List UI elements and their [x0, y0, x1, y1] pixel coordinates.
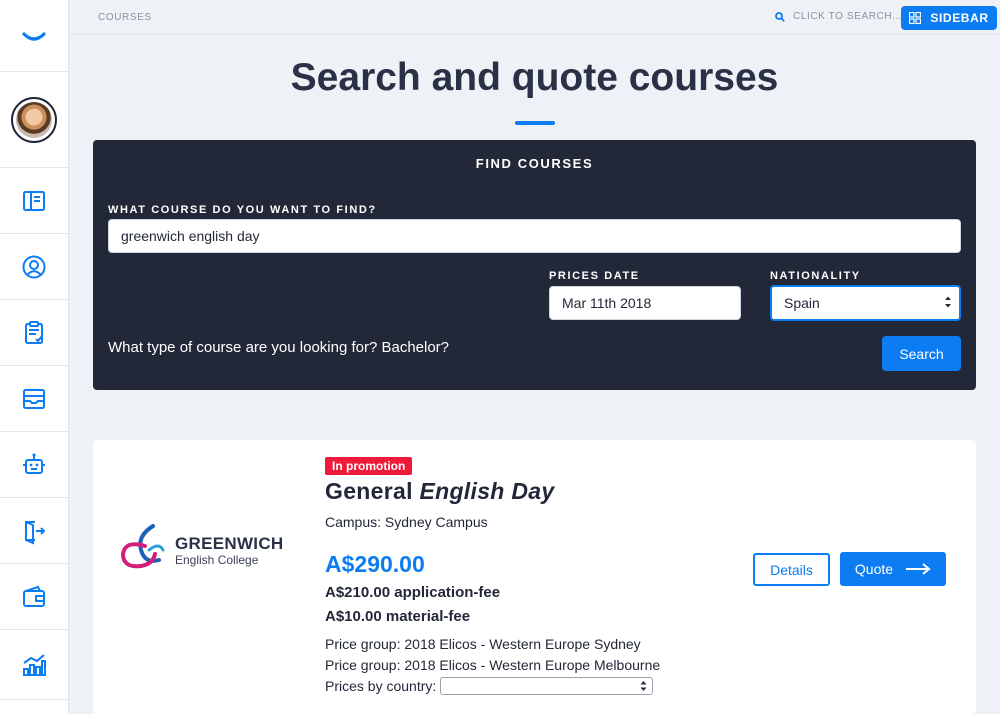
page-title: Search and quote courses — [290, 56, 779, 99]
course-result-card: GREENWICH English College In promotion G… — [93, 440, 976, 714]
nationality-value: Spain — [784, 295, 820, 311]
sidebar-button-label: SIDEBAR — [930, 11, 989, 25]
layout-panel-icon — [23, 190, 45, 211]
arrow-right-icon — [906, 563, 931, 575]
quote-button-label: Quote — [854, 561, 894, 577]
title-underline — [515, 121, 555, 125]
find-courses-panel: FIND COURSES WHAT COURSE DO YOU WANT TO … — [93, 140, 976, 390]
price-group-sydney: Price group: 2018 Elicos - Western Europ… — [325, 636, 641, 652]
quote-button[interactable]: Quote — [840, 552, 946, 586]
rail-item-bot[interactable] — [0, 432, 68, 498]
rail-item-wallet[interactable] — [0, 564, 68, 630]
nationality-select[interactable]: Spain — [770, 285, 961, 321]
smile-logo-icon — [22, 31, 46, 41]
prices-by-country-label: Prices by country: — [325, 678, 437, 694]
search-button[interactable]: Search — [882, 336, 961, 371]
search-icon — [775, 11, 785, 22]
course-query-input[interactable]: greenwich english day — [108, 219, 961, 253]
rail-item-logout[interactable] — [0, 498, 68, 564]
user-avatar-cell[interactable] — [0, 72, 68, 168]
wallet-icon — [23, 585, 45, 607]
clipboard-check-icon — [25, 320, 43, 344]
course-price: A$290.00 — [325, 551, 425, 577]
school-logo-subtitle: English College — [175, 553, 259, 567]
robot-icon — [23, 453, 45, 474]
rail-item-profile[interactable] — [0, 234, 68, 300]
course-name-plain: General — [325, 478, 413, 504]
app-logo[interactable] — [0, 0, 68, 72]
school-logo-name: GREENWICH — [175, 534, 284, 553]
campus-text: Campus: Sydney Campus — [325, 514, 488, 530]
prices-date-label: PRICES DATE — [549, 270, 640, 282]
exit-door-icon — [25, 520, 46, 545]
bar-chart-icon — [23, 653, 46, 676]
course-type-hint: What type of course are you looking for?… — [108, 339, 450, 356]
rail-item-analytics[interactable] — [0, 630, 68, 700]
left-rail — [0, 0, 69, 714]
breadcrumb[interactable]: COURSES — [98, 12, 152, 23]
top-bar: COURSES CLICK TO SEARCH... SIDEBAR — [69, 0, 1000, 35]
school-logo: GREENWICH English College — [119, 520, 289, 580]
material-fee: A$10.00 material-fee — [325, 608, 471, 625]
details-button[interactable]: Details — [753, 553, 830, 586]
avatar[interactable] — [11, 96, 57, 143]
sidebar-button[interactable]: SIDEBAR — [901, 6, 997, 30]
course-query-value: greenwich english day — [121, 228, 260, 244]
inbox-tray-icon — [23, 388, 45, 409]
search-hint-text: CLICK TO SEARCH... — [793, 11, 903, 22]
rail-item-layout[interactable] — [0, 168, 68, 234]
course-name-italic: English Day — [419, 478, 555, 504]
global-search[interactable]: CLICK TO SEARCH... — [775, 11, 902, 22]
course-query-label: WHAT COURSE DO YOU WANT TO FIND? — [108, 204, 377, 216]
select-arrows-icon — [945, 296, 951, 308]
prices-by-country-select[interactable] — [440, 677, 654, 695]
nationality-label: NATIONALITY — [770, 270, 861, 282]
prices-date-input[interactable]: Mar 11th 2018 — [549, 286, 741, 320]
application-fee: A$210.00 application-fee — [325, 584, 501, 601]
greenwich-logo-icon — [120, 524, 165, 569]
promotion-badge: In promotion — [325, 457, 413, 475]
prices-by-country-row: Prices by country: — [325, 677, 654, 695]
course-name[interactable]: General English Day — [325, 478, 554, 505]
rail-item-inbox[interactable] — [0, 366, 68, 432]
select-arrows-icon — [640, 681, 647, 691]
prices-date-value: Mar 11th 2018 — [562, 295, 652, 311]
price-group-melbourne: Price group: 2018 Elicos - Western Europ… — [325, 657, 661, 673]
rail-item-tasks[interactable] — [0, 300, 68, 366]
user-circle-icon — [22, 255, 46, 278]
grid-icon — [909, 12, 922, 24]
find-courses-heading: FIND COURSES — [475, 156, 594, 171]
